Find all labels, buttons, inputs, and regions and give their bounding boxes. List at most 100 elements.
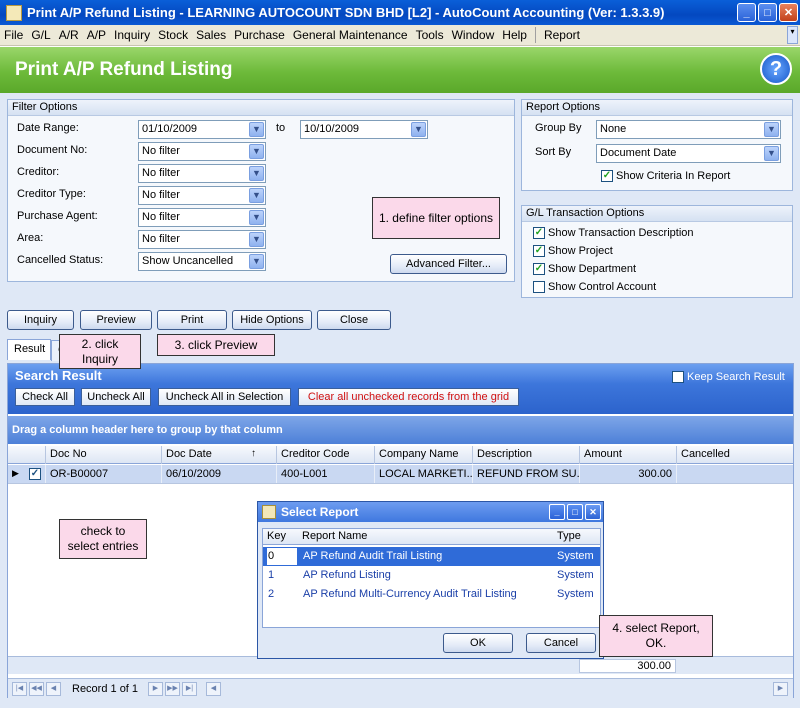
cancel-button[interactable]: Cancel <box>526 633 596 653</box>
menu-file[interactable]: File <box>0 28 27 42</box>
checkbox-empty-icon[interactable] <box>533 281 545 293</box>
last-record-icon[interactable]: ▶| <box>182 682 197 696</box>
col-amount[interactable]: Amount <box>579 446 676 464</box>
checkmark-icon[interactable]: ✓ <box>533 263 545 275</box>
close-window-button[interactable]: ✕ <box>779 3 798 22</box>
uncheck-selection-button[interactable]: Uncheck All in Selection <box>158 388 291 406</box>
row-indicator-icon: ▶ <box>12 468 19 478</box>
chevron-down-icon[interactable]: ▼ <box>249 210 264 225</box>
close-button[interactable]: Close <box>317 310 391 330</box>
menu-help[interactable]: Help <box>498 28 531 42</box>
uncheck-all-button[interactable]: Uncheck All <box>81 388 151 406</box>
menu-sales[interactable]: Sales <box>192 28 230 42</box>
report-type: System <box>557 569 594 581</box>
scroll-right-icon[interactable]: ▶ <box>773 682 788 696</box>
checkmark-icon[interactable]: ✓ <box>601 170 613 182</box>
col-cancelled[interactable]: Cancelled <box>676 446 795 464</box>
dialog-close-button[interactable]: ✕ <box>585 504 601 520</box>
checkmark-icon[interactable]: ✓ <box>29 468 41 480</box>
report-list-header: Key Report Name Type <box>263 529 600 545</box>
chevron-down-icon[interactable]: ▼ <box>249 144 264 159</box>
chevron-down-icon[interactable]: ▼ <box>249 254 264 269</box>
hide-options-button[interactable]: Hide Options <box>232 310 312 330</box>
menu-general-maintenance[interactable]: General Maintenance <box>289 28 412 42</box>
report-options-group: Report Options Group By None ▼ Sort By D… <box>521 99 793 191</box>
callout-click-preview: 3. click Preview <box>157 334 275 356</box>
cancelled-status-field[interactable]: Show Uncancelled ▼ <box>138 252 266 271</box>
col-doc-no[interactable]: Doc No <box>45 446 161 464</box>
chevron-down-icon[interactable]: ▼ <box>764 146 779 161</box>
show-department-checkbox[interactable]: ✓ Show Department <box>533 263 636 275</box>
col-type[interactable]: Type <box>557 530 581 542</box>
col-key[interactable]: Key <box>267 530 286 542</box>
creditor-label: Creditor: <box>17 166 60 178</box>
chevron-down-icon[interactable]: ▼ <box>411 122 426 137</box>
sort-by-label: Sort By <box>535 146 572 158</box>
table-row[interactable]: ▶ ✓ OR-B00007 06/10/2009 400-L001 LOCAL … <box>8 465 793 484</box>
list-item[interactable]: 0 AP Refund Audit Trail Listing System <box>263 547 600 566</box>
scroll-left-icon[interactable]: ◀ <box>206 682 221 696</box>
menu-scroll-icon[interactable]: ▾ <box>787 26 798 44</box>
preview-button[interactable]: Preview <box>80 310 152 330</box>
checkmark-icon[interactable]: ✓ <box>533 227 545 239</box>
col-report-name[interactable]: Report Name <box>302 530 367 542</box>
document-no-field[interactable]: No filter ▼ <box>138 142 266 161</box>
creditor-field[interactable]: No filter ▼ <box>138 164 266 183</box>
show-project-checkbox[interactable]: ✓ Show Project <box>533 245 613 257</box>
show-control-account-checkbox[interactable]: Show Control Account <box>533 281 656 293</box>
chevron-down-icon[interactable]: ▼ <box>249 166 264 181</box>
clear-unchecked-button[interactable]: Clear all unchecked records from the gri… <box>298 388 519 406</box>
list-item[interactable]: 1 AP Refund Listing System <box>263 566 600 585</box>
menu-stock[interactable]: Stock <box>154 28 192 42</box>
ok-button[interactable]: OK <box>443 633 513 653</box>
chevron-down-icon[interactable]: ▼ <box>249 122 264 137</box>
maximize-button[interactable]: □ <box>758 3 777 22</box>
area-field[interactable]: No filter ▼ <box>138 230 266 249</box>
creditor-type-field[interactable]: No filter ▼ <box>138 186 266 205</box>
menu-ar[interactable]: A/R <box>55 28 83 42</box>
col-description[interactable]: Description <box>472 446 579 464</box>
show-criteria-checkbox[interactable]: ✓ Show Criteria In Report <box>601 170 730 182</box>
row-select-checkbox[interactable]: ✓ <box>29 468 44 480</box>
date-from-field[interactable]: 01/10/2009 ▼ <box>138 120 266 139</box>
next-record-icon[interactable]: ▶ <box>148 682 163 696</box>
date-from-value: 01/10/2009 <box>142 123 198 135</box>
tab-result[interactable]: Result <box>7 339 51 360</box>
menu-tools[interactable]: Tools <box>412 28 448 42</box>
col-company-name[interactable]: Company Name <box>374 446 472 464</box>
dialog-maximize-button[interactable]: □ <box>567 504 583 520</box>
inquiry-button[interactable]: Inquiry <box>7 310 74 330</box>
menu-gl[interactable]: G/L <box>27 28 54 42</box>
chevron-down-icon[interactable]: ▼ <box>764 122 779 137</box>
sort-by-select[interactable]: Document Date ▼ <box>596 144 781 163</box>
keep-search-result-checkbox[interactable]: Keep Search Result <box>672 371 785 383</box>
menu-ap[interactable]: A/P <box>83 28 110 42</box>
chevron-down-icon[interactable]: ▼ <box>249 232 264 247</box>
advanced-filter-button[interactable]: Advanced Filter... <box>390 254 507 274</box>
help-icon[interactable]: ? <box>760 53 792 85</box>
print-button[interactable]: Print <box>157 310 227 330</box>
menu-report[interactable]: Report <box>540 28 584 42</box>
date-to-field[interactable]: 10/10/2009 ▼ <box>300 120 428 139</box>
first-record-icon[interactable]: |◀ <box>12 682 27 696</box>
menu-inquiry[interactable]: Inquiry <box>110 28 154 42</box>
show-description-checkbox[interactable]: ✓ Show Transaction Description <box>533 227 694 239</box>
menu-purchase[interactable]: Purchase <box>230 28 289 42</box>
callout-select-report: 4. select Report, OK. <box>599 615 713 657</box>
col-doc-date[interactable]: Doc Date <box>161 446 276 464</box>
minimize-button[interactable]: _ <box>737 3 756 22</box>
next-page-icon[interactable]: ▶▶ <box>165 682 180 696</box>
group-by-select[interactable]: None ▼ <box>596 120 781 139</box>
check-all-button[interactable]: Check All <box>15 388 75 406</box>
prev-page-icon[interactable]: ◀◀ <box>29 682 44 696</box>
menu-window[interactable]: Window <box>448 28 499 42</box>
report-name: AP Refund Audit Trail Listing <box>303 550 443 562</box>
chevron-down-icon[interactable]: ▼ <box>249 188 264 203</box>
dialog-minimize-button[interactable]: _ <box>549 504 565 520</box>
checkmark-icon[interactable]: ✓ <box>533 245 545 257</box>
purchase-agent-field[interactable]: No filter ▼ <box>138 208 266 227</box>
checkbox-empty-icon[interactable] <box>672 371 684 383</box>
prev-record-icon[interactable]: ◀ <box>46 682 61 696</box>
list-item[interactable]: 2 AP Refund Multi-Currency Audit Trail L… <box>263 585 600 604</box>
col-creditor-code[interactable]: Creditor Code <box>276 446 374 464</box>
